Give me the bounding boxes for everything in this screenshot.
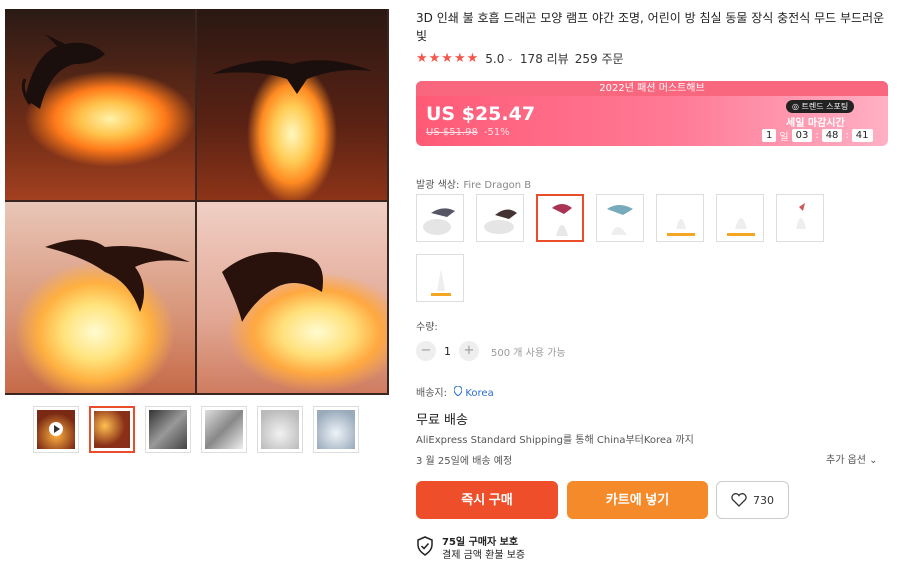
ship-to-country: Korea	[465, 388, 494, 399]
delivery-estimate: 3 월 25일에 배송 예정	[416, 456, 513, 467]
old-price: US $51.98	[426, 127, 478, 138]
dragon-lamp-photo-1	[5, 9, 195, 200]
star-rating-icon: ★★★★★	[416, 51, 480, 66]
old-price-row: US $51.98 -51%	[426, 127, 510, 138]
dragon-lamp-photo-2	[197, 9, 387, 200]
countdown-hours: 03	[791, 129, 813, 142]
product-title: 3D 인쇄 불 호흡 드래곤 모양 램프 야간 조명, 어린이 방 침실 동물 …	[416, 11, 885, 43]
more-options-link[interactable]: 추가 옵션 ⌄	[826, 451, 878, 466]
main-product-image[interactable]	[5, 9, 389, 395]
quantity-stepper: − 1 + 500 개 사용 가능	[416, 341, 566, 361]
thumbnail-item[interactable]	[313, 406, 359, 453]
variant-option[interactable]	[476, 194, 524, 242]
quantity-minus-button[interactable]: −	[416, 341, 436, 361]
trend-badge: ◎ 트렌드 스포팅	[786, 100, 855, 113]
promo-title: 2022년 패션 머스트해브	[416, 81, 888, 96]
protection-title: 75일 구매자 보호	[442, 537, 519, 548]
thumbnail-strip	[33, 406, 363, 454]
protection-desc: 결제 금액 환불 보증	[442, 550, 526, 561]
free-shipping: 무료 배송	[416, 413, 468, 428]
countdown-minutes: 48	[821, 129, 843, 142]
rating-value: 5.0	[485, 51, 505, 66]
thumbnail-item[interactable]	[89, 406, 135, 453]
rating-dropdown-icon[interactable]: ⌄	[506, 54, 514, 64]
buyer-protection: 75일 구매자 보호 결제 금액 환불 보증	[416, 536, 525, 562]
play-icon	[49, 422, 63, 436]
heart-icon	[731, 493, 747, 507]
buy-now-button[interactable]: 즉시 구매	[416, 481, 558, 519]
thumbnail-item[interactable]	[257, 406, 303, 453]
variant-selector	[416, 194, 886, 304]
variant-label-row: 발광 색상: Fire Dragon B	[416, 176, 531, 191]
variant-option[interactable]	[596, 194, 644, 242]
shipping-method: AliExpress Standard Shipping를 통해 China부터…	[416, 435, 694, 446]
current-price: US $25.47	[426, 103, 536, 125]
product-page: 3D 인쇄 불 호흡 드래곤 모양 램프 야간 조명, 어린이 방 침실 동물 …	[0, 0, 900, 574]
quantity-value[interactable]: 1	[444, 345, 451, 358]
deal-label: 세일 마감시간	[786, 118, 845, 129]
variant-option-selected[interactable]	[536, 194, 584, 242]
ship-to-row: 배송지: Korea	[416, 384, 494, 399]
ship-to-label: 배송지:	[416, 388, 447, 399]
order-count: 259 주문	[574, 52, 624, 66]
dragon-lamp-photo-3	[5, 202, 195, 393]
quantity-available: 500 개 사용 가능	[491, 347, 566, 359]
discount-badge: -51%	[483, 127, 510, 138]
quantity-plus-button[interactable]: +	[459, 341, 479, 361]
countdown-days: 1	[762, 129, 777, 142]
wishlist-button[interactable]: 730	[716, 481, 789, 519]
ship-to-location[interactable]: Korea	[453, 385, 494, 399]
rating-row: ★★★★★ 5.0 ⌄ 178 리뷰 259 주문	[416, 50, 624, 67]
quantity-label: 수량:	[416, 322, 438, 333]
variant-option[interactable]	[776, 194, 824, 242]
variant-label: 발광 색상:	[416, 180, 460, 191]
wishlist-count: 730	[753, 493, 774, 507]
shield-check-icon	[417, 536, 433, 556]
promo-banner: 2022년 패션 머스트해브 US $25.47 US $51.98 -51% ◎…	[416, 81, 888, 146]
variant-option[interactable]	[716, 194, 764, 242]
variant-option[interactable]	[416, 254, 464, 302]
countdown-seconds: 41	[851, 129, 873, 142]
countdown-timer: 1 일 03: 48: 41	[762, 128, 873, 143]
dragon-lamp-photo-4	[197, 202, 387, 393]
review-count[interactable]: 178 리뷰	[520, 50, 569, 67]
variant-selected: Fire Dragon B	[463, 180, 532, 191]
thumbnail-item[interactable]	[201, 406, 247, 453]
thumbnail-video[interactable]	[33, 406, 79, 453]
variant-option[interactable]	[656, 194, 704, 242]
thumbnail-item[interactable]	[145, 406, 191, 453]
countdown-days-label: 일	[779, 132, 789, 143]
variant-option[interactable]	[416, 194, 464, 242]
add-to-cart-button[interactable]: 카트에 넣기	[567, 481, 708, 519]
location-pin-icon	[453, 385, 463, 397]
